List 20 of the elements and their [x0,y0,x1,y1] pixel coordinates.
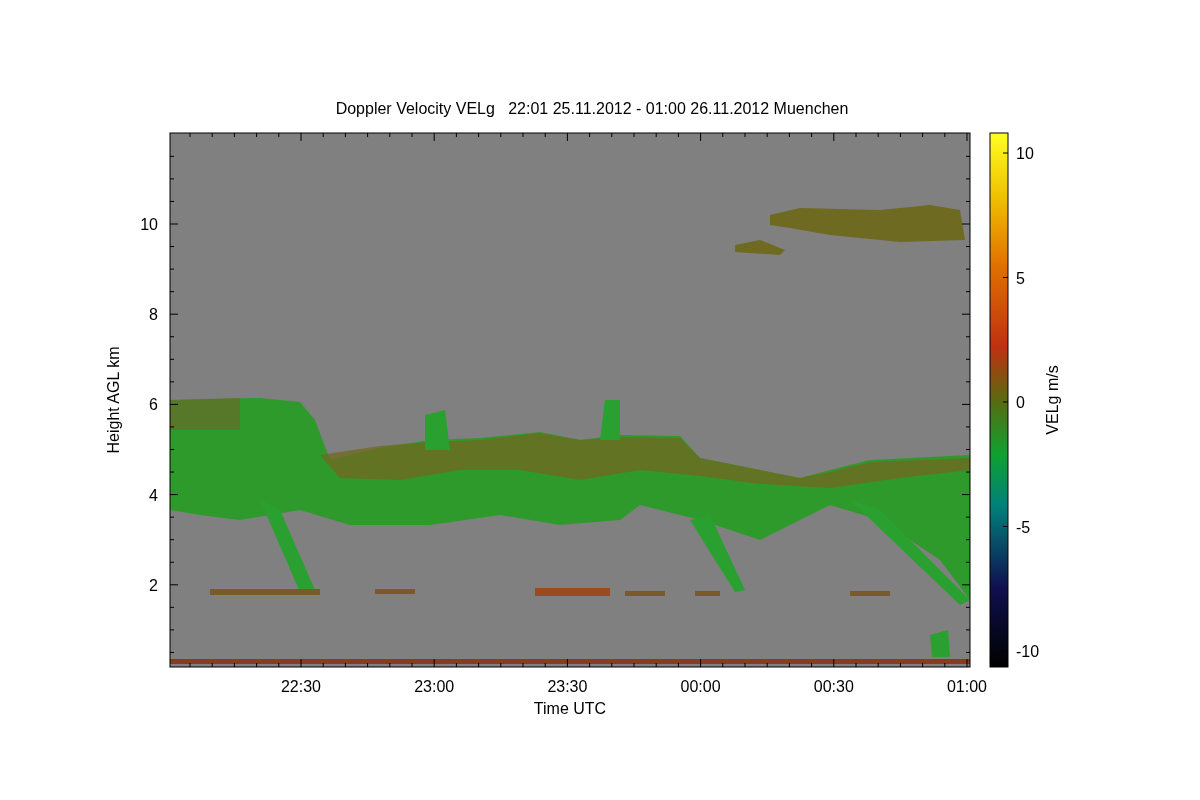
tick-label: 6 [149,396,158,414]
axis-label: Height AGL km [105,346,122,454]
tick-label: 10 [140,216,158,233]
tick-label: 4 [149,486,158,504]
tick-label: 0 [1016,394,1025,411]
tick-label: 23:30 [547,678,588,695]
tick-label: 23:00 [414,678,455,695]
tick-label: 2 [149,576,158,594]
tick-label: 22:30 [281,678,321,695]
tick-label: 5 [1016,269,1025,287]
tick-label: -5 [1016,518,1031,536]
tick-label: -10 [1016,643,1040,660]
tick-label: 8 [149,306,158,324]
tick-label: 00:30 [813,678,854,695]
tick-label: 00:00 [680,678,721,695]
axis-label: VELg m/s [1044,365,1061,435]
axis-label: Time UTC [533,700,607,717]
tick-label: 10 [1016,145,1034,162]
tick-label: 01:00 [947,678,987,695]
chart-title: Doppler Velocity VELg 22:01 25.11.2012 - 01:00 26.11.2012 Muenchen [335,100,849,117]
